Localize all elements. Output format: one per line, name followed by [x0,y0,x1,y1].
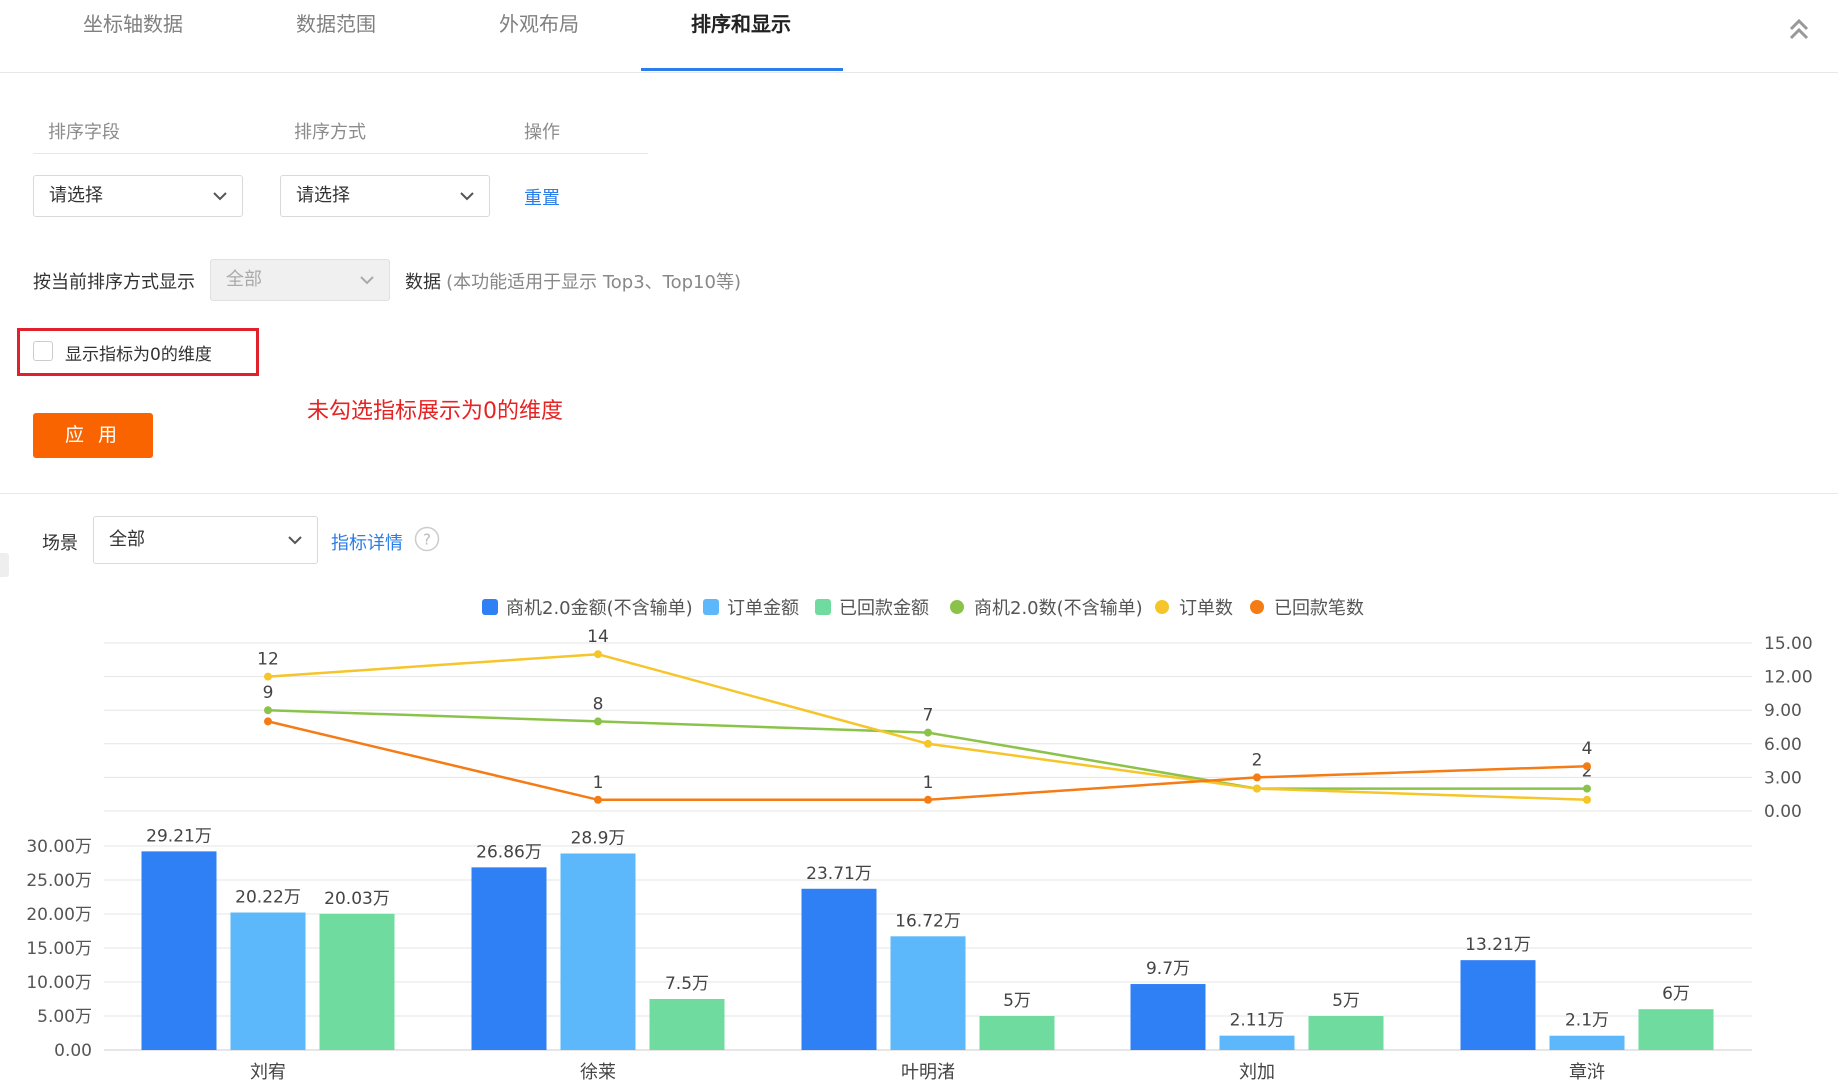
bar-data-label: 6万 [1662,984,1690,1004]
bar-data-label: 23.71万 [806,864,872,884]
left-axis-tick-label: 10.00万 [26,973,92,993]
bar [1130,984,1206,1050]
line-data-label: 7 [923,706,934,726]
x-axis-category-label: 刘加 [1239,1062,1275,1083]
bar [801,888,877,1050]
line-data-label: 2 [1252,750,1263,770]
right-axis-tick-label: 3.00 [1764,768,1802,788]
line-point [924,795,932,804]
bar-data-label: 5万 [1332,991,1360,1011]
line-data-label: 1 [593,773,604,793]
line-point [264,706,272,715]
bar-data-label: 20.03万 [324,889,390,909]
right-axis-tick-label: 6.00 [1764,735,1802,755]
right-axis-tick-label: 12.00 [1764,668,1813,688]
line-data-label: 9 [263,683,274,703]
line-data-label: 8 [593,694,604,714]
bar-data-label: 9.7万 [1146,959,1190,979]
bar [1308,1016,1384,1050]
x-axis-category-label: 章浒 [1569,1062,1605,1083]
left-axis-tick-label: 5.00万 [37,1007,92,1027]
bar [560,853,636,1050]
bar [1460,960,1536,1050]
line-point [924,739,932,748]
bar [1638,1009,1714,1050]
line-point [1583,762,1591,771]
bar-data-label: 5万 [1003,991,1031,1011]
bar [979,1016,1055,1050]
line-point [594,650,602,659]
bar-data-label: 13.21万 [1465,935,1531,955]
bar-data-label: 2.1万 [1565,1011,1609,1031]
left-axis-tick-label: 30.00万 [26,837,92,857]
bar [649,999,725,1050]
bar-data-label: 28.9万 [571,828,626,848]
left-axis-tick-label: 25.00万 [26,871,92,891]
right-axis-tick-label: 0.00 [1764,802,1802,822]
x-axis-category-label: 叶明渚 [901,1062,955,1083]
bar [1549,1035,1625,1050]
bar [890,936,966,1050]
line-point [264,717,272,726]
line-point [1253,773,1261,782]
bar-data-label: 26.86万 [476,842,542,862]
bar-data-label: 2.11万 [1230,1011,1285,1031]
line-point [264,672,272,681]
right-axis-tick-label: 9.00 [1764,701,1802,721]
right-axis-tick-label: 15.00 [1764,634,1813,654]
line-point [924,728,932,737]
x-axis-category-label: 徐莱 [580,1062,616,1083]
line-data-label: 4 [1582,739,1593,759]
line-point [1583,784,1591,793]
line-data-label: 1 [923,773,934,793]
bar-data-label: 16.72万 [895,911,961,931]
left-axis-tick-label: 20.00万 [26,905,92,925]
line-point [594,717,602,726]
bar-data-label: 7.5万 [665,974,709,994]
line-point [1583,795,1591,804]
bar-data-label: 20.22万 [235,888,301,908]
left-axis-tick-label: 15.00万 [26,939,92,959]
line-point [594,795,602,804]
bar [319,913,395,1050]
x-axis-category-label: 刘宥 [250,1062,286,1083]
bar [1219,1035,1295,1050]
bar [141,851,217,1050]
bar-data-label: 29.21万 [146,826,212,846]
left-axis-tick-label: 0.00 [54,1041,92,1061]
bar [471,867,547,1050]
combo-chart: 0.00 3.00 6.00 9.00 12.00 15.00 0.00 5.00万 10.00… [26,627,1813,1083]
line-data-label: 12 [257,650,279,670]
line-point [1253,784,1261,793]
bar [230,912,306,1050]
line-data-label: 14 [587,627,609,647]
